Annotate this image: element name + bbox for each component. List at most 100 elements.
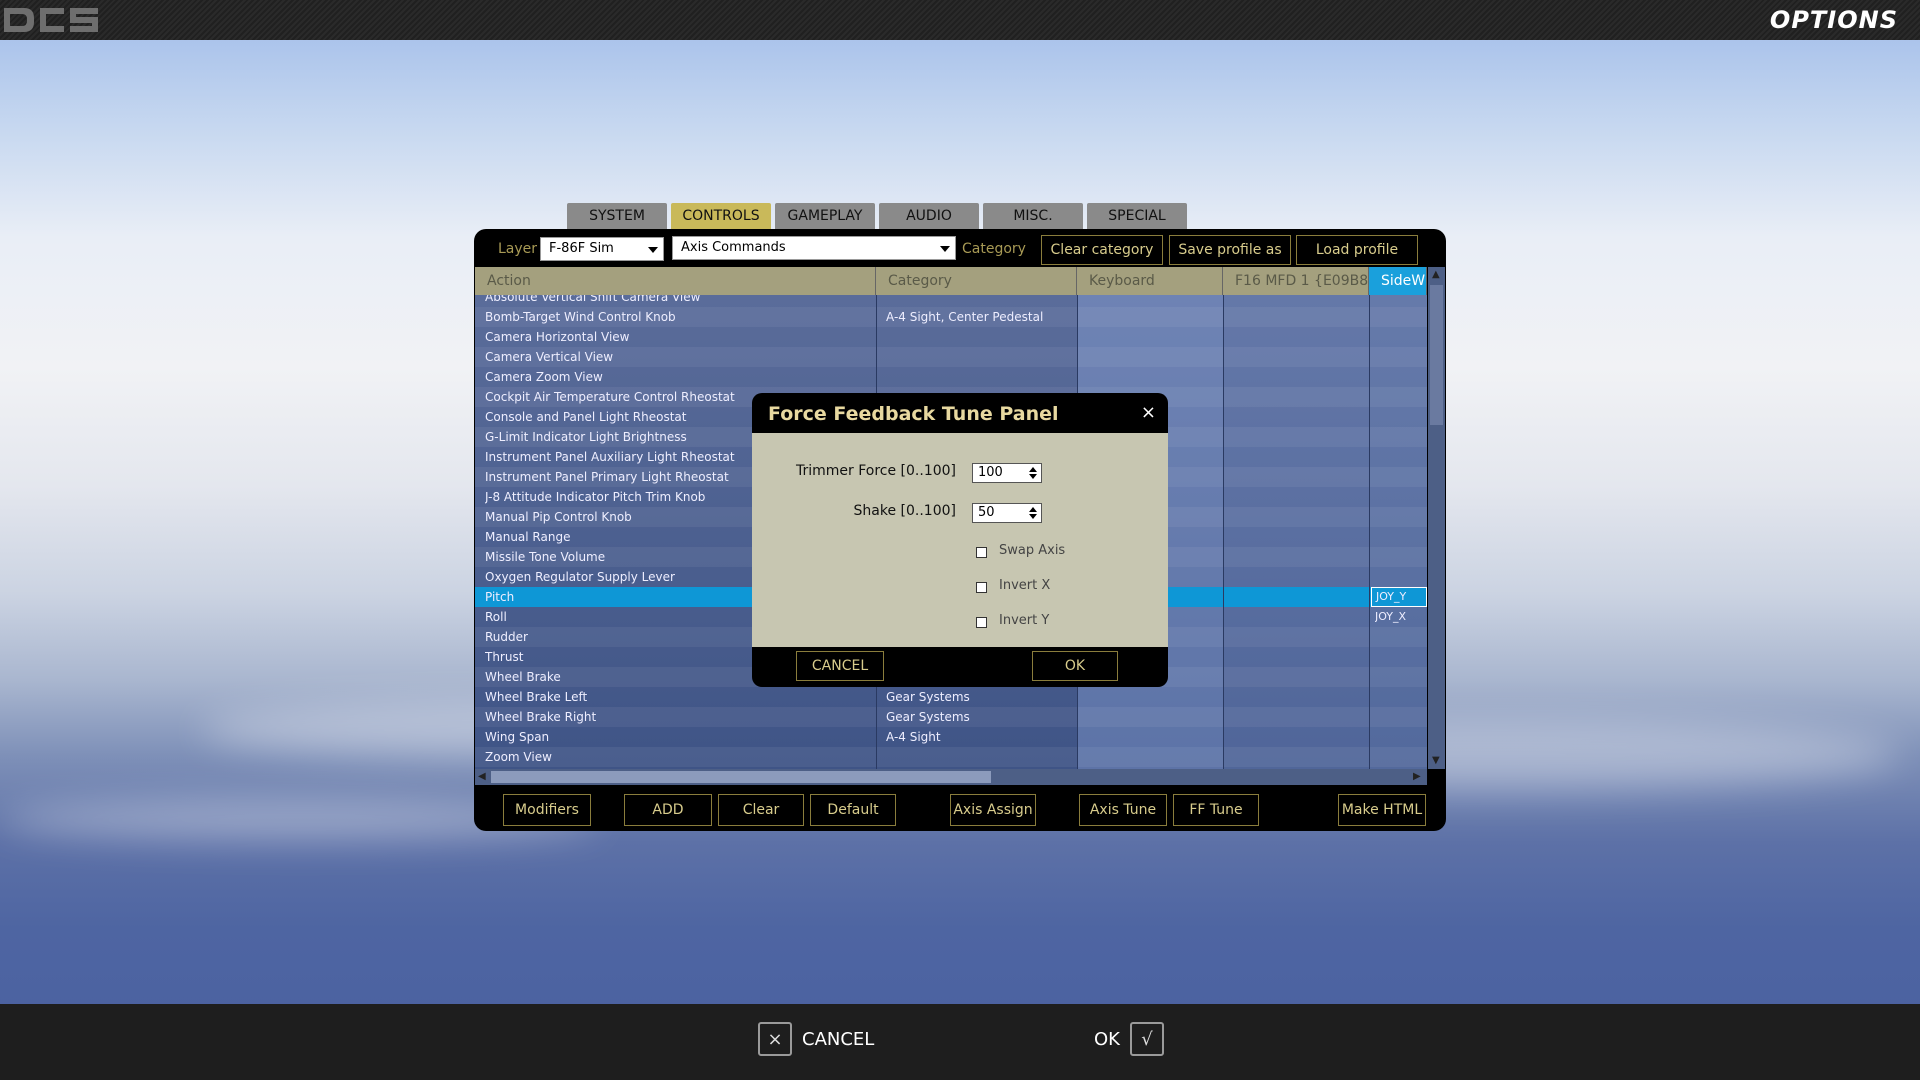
device-binding-cell[interactable] bbox=[1375, 567, 1427, 587]
scroll-down-icon[interactable]: ▼ bbox=[1432, 755, 1440, 766]
device-binding-cell[interactable] bbox=[1375, 707, 1427, 727]
device-binding-cell[interactable] bbox=[1375, 307, 1427, 327]
column-divider bbox=[1369, 295, 1370, 769]
device-binding-cell[interactable] bbox=[1375, 547, 1427, 567]
modifiers-button[interactable]: Modifiers bbox=[503, 794, 591, 826]
vertical-scrollbar[interactable]: ▲ ▼ bbox=[1428, 267, 1445, 769]
swap-axis-checkbox[interactable] bbox=[976, 547, 987, 558]
device-binding-cell[interactable] bbox=[1375, 527, 1427, 547]
invert-x-checkbox[interactable] bbox=[976, 582, 987, 593]
device-binding-cell[interactable] bbox=[1375, 727, 1427, 747]
spin-down-icon[interactable] bbox=[1029, 514, 1037, 519]
table-row[interactable]: Zoom View bbox=[475, 747, 1427, 767]
device-binding-cell[interactable] bbox=[1375, 647, 1427, 667]
force-feedback-dialog: Force Feedback Tune Panel × Trimmer Forc… bbox=[752, 393, 1168, 687]
table-row[interactable]: Camera Zoom View bbox=[475, 367, 1427, 387]
axis-tune-button[interactable]: Axis Tune bbox=[1079, 794, 1167, 826]
category-cell bbox=[886, 747, 1076, 767]
invert-y-checkbox[interactable] bbox=[976, 617, 987, 628]
table-row[interactable]: Camera Vertical View bbox=[475, 347, 1427, 367]
action-cell: Camera Horizontal View bbox=[485, 330, 630, 344]
footer-cancel-label: CANCEL bbox=[802, 1028, 875, 1050]
shake-input[interactable]: 50 bbox=[972, 503, 1042, 523]
dialog-ok-button[interactable]: OK bbox=[1032, 651, 1118, 681]
column-header-action[interactable]: Action bbox=[475, 267, 876, 295]
trimmer-force-input[interactable]: 100 bbox=[972, 463, 1042, 483]
scroll-right-icon[interactable]: ▶ bbox=[1413, 771, 1421, 782]
axis-assign-button[interactable]: Axis Assign bbox=[950, 794, 1036, 826]
device-binding-cell[interactable] bbox=[1375, 447, 1427, 467]
layer-select[interactable]: F-86F Sim bbox=[540, 237, 664, 261]
spin-up-icon[interactable] bbox=[1029, 507, 1037, 512]
table-row[interactable]: Camera Horizontal View bbox=[475, 327, 1427, 347]
layer-value: F-86F Sim bbox=[549, 241, 614, 256]
footer-bar bbox=[0, 1004, 1920, 1080]
save-profile-button[interactable]: Save profile as bbox=[1169, 235, 1291, 265]
device-binding-cell[interactable] bbox=[1375, 487, 1427, 507]
add-button[interactable]: ADD bbox=[624, 794, 712, 826]
device-binding-cell[interactable] bbox=[1375, 667, 1427, 687]
tab-gameplay[interactable]: GAMEPLAY bbox=[775, 203, 875, 229]
make-html-button[interactable]: Make HTML bbox=[1338, 794, 1426, 826]
footer-cancel-button[interactable]: × CANCEL bbox=[758, 1021, 874, 1057]
device-binding-cell[interactable] bbox=[1375, 295, 1427, 307]
device-binding-cell[interactable] bbox=[1375, 387, 1427, 407]
device-binding-cell[interactable]: JOY_Y bbox=[1371, 587, 1427, 607]
device-binding-cell[interactable] bbox=[1375, 427, 1427, 447]
table-row[interactable]: Absolute Vertical Shift Camera View bbox=[475, 295, 1427, 307]
column-header-sidewinder[interactable]: SideW bbox=[1369, 267, 1427, 295]
top-bar: OPTIONS bbox=[0, 0, 1920, 40]
table-row[interactable]: Wing Span A-4 Sight bbox=[475, 727, 1427, 747]
category-cell bbox=[886, 295, 1076, 307]
tab-misc[interactable]: MISC. bbox=[983, 203, 1083, 229]
trimmer-force-label: Trimmer Force [0..100] bbox=[795, 463, 956, 479]
scroll-up-icon[interactable]: ▲ bbox=[1432, 269, 1440, 280]
scroll-left-icon[interactable]: ◀ bbox=[478, 771, 486, 782]
dialog-cancel-button[interactable]: CANCEL bbox=[796, 651, 884, 681]
table-row[interactable]: Wheel Brake Left Gear Systems bbox=[475, 687, 1427, 707]
default-button[interactable]: Default bbox=[810, 794, 896, 826]
device-binding-cell[interactable] bbox=[1375, 347, 1427, 367]
close-icon: × bbox=[758, 1022, 792, 1056]
clear-category-button[interactable]: Clear category bbox=[1041, 235, 1163, 265]
column-header-category[interactable]: Category bbox=[876, 267, 1077, 295]
tab-controls[interactable]: CONTROLS bbox=[671, 203, 771, 229]
load-profile-button[interactable]: Load profile bbox=[1296, 235, 1418, 265]
table-row[interactable]: Bomb-Target Wind Control Knob A-4 Sight, … bbox=[475, 307, 1427, 327]
tab-special[interactable]: SPECIAL bbox=[1087, 203, 1187, 229]
device-binding-cell[interactable] bbox=[1375, 327, 1427, 347]
tab-system[interactable]: SYSTEM bbox=[567, 203, 667, 229]
category-cell: Gear Systems bbox=[886, 710, 970, 724]
footer-ok-button[interactable]: OK √ bbox=[1094, 1021, 1164, 1057]
device-binding-cell[interactable] bbox=[1375, 367, 1427, 387]
horizontal-scrollbar[interactable]: ◀ ▶ bbox=[475, 769, 1427, 785]
chevron-down-icon bbox=[940, 246, 950, 252]
category-select[interactable]: Axis Commands bbox=[672, 236, 956, 260]
device-binding-cell[interactable] bbox=[1375, 687, 1427, 707]
device-binding-cell[interactable] bbox=[1375, 507, 1427, 527]
ff-tune-button[interactable]: FF Tune bbox=[1173, 794, 1259, 826]
device-binding-cell[interactable]: JOY_X bbox=[1375, 607, 1427, 627]
table-row[interactable]: Wheel Brake Right Gear Systems bbox=[475, 707, 1427, 727]
invert-y-label: Invert Y bbox=[999, 613, 1050, 628]
spin-up-icon[interactable] bbox=[1029, 467, 1037, 472]
column-header-mfd[interactable]: F16 MFD 1 {E09B8D bbox=[1223, 267, 1369, 295]
clear-button[interactable]: Clear bbox=[718, 794, 804, 826]
table-header: Action Category Keyboard F16 MFD 1 {E09B… bbox=[475, 267, 1427, 295]
scroll-thumb[interactable] bbox=[491, 771, 991, 783]
scroll-thumb[interactable] bbox=[1430, 285, 1443, 425]
device-binding-cell[interactable] bbox=[1375, 407, 1427, 427]
tab-audio[interactable]: AUDIO bbox=[879, 203, 979, 229]
action-cell: Absolute Vertical Shift Camera View bbox=[485, 295, 701, 304]
spin-down-icon[interactable] bbox=[1029, 474, 1037, 479]
close-icon[interactable]: × bbox=[1141, 402, 1156, 423]
category-cell bbox=[886, 367, 1076, 387]
device-binding-cell[interactable] bbox=[1375, 467, 1427, 487]
device-binding-cell[interactable] bbox=[1375, 627, 1427, 647]
action-cell: Wheel Brake Right bbox=[485, 710, 597, 724]
device-binding-cell[interactable] bbox=[1375, 747, 1427, 767]
layer-label: Layer bbox=[498, 241, 538, 257]
column-header-keyboard[interactable]: Keyboard bbox=[1077, 267, 1223, 295]
footer-ok-label: OK bbox=[1094, 1028, 1120, 1050]
column-divider bbox=[1223, 295, 1224, 769]
